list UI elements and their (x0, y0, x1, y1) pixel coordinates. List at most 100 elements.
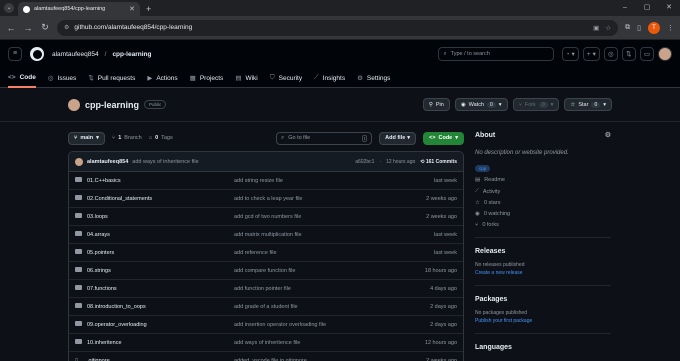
minimize-icon[interactable]: – (614, 0, 636, 16)
file-commit-message[interactable]: add function pointer file (234, 286, 430, 292)
branches-link[interactable]: ⑂ 1 Branch (112, 135, 142, 141)
new-tab-icon[interactable]: + (146, 4, 151, 14)
file-commit-message[interactable]: add ways of inheritence file (234, 340, 425, 346)
table-row[interactable]: ▯ .gitignore added .vscode file in gitigno… (69, 352, 463, 361)
forks-link[interactable]: ⑂ 0 forks (475, 222, 611, 228)
site-info-icon[interactable]: ⚙ (64, 24, 69, 31)
repo-name[interactable]: cpp-learning (85, 100, 139, 110)
tab-projects[interactable]: ▦ Projects (190, 68, 224, 88)
omnibox-actions: ▣ ☆ (593, 24, 611, 32)
pull-requests-button[interactable]: ⇅ (621, 47, 636, 61)
address-bar[interactable]: ⚙ github.com/alamtaufeeq854/cpp-learning… (57, 19, 619, 36)
watching-link[interactable]: ◉ 0 watching (475, 211, 611, 217)
stars-label: 0 stars (483, 200, 501, 206)
file-commit-message[interactable]: add compare function file (234, 268, 425, 274)
commits-link[interactable]: ⟲ 161 Commits (420, 159, 457, 165)
file-name[interactable]: 06.strings (84, 268, 234, 274)
sidebar-icon[interactable]: ▯ (637, 24, 641, 32)
reload-icon[interactable]: ↻ (40, 22, 50, 33)
tab-actions[interactable]: ▶ Actions (147, 68, 177, 88)
tab-wiki[interactable]: ▤ Wiki (235, 68, 257, 88)
file-name[interactable]: 04.arrays (84, 232, 234, 238)
file-commit-message[interactable]: add matrix multiplication file (234, 232, 434, 238)
branch-name: main (80, 135, 94, 141)
bookmark-star-icon[interactable]: ☆ (605, 24, 611, 32)
create-new-button[interactable]: + ▾ (582, 47, 600, 61)
file-name[interactable]: 03.loops (84, 214, 234, 220)
copilot-button[interactable]: ◔ ▾ (561, 47, 579, 61)
profile-avatar[interactable]: T (648, 21, 660, 34)
go-to-file-input[interactable]: ⌕ Go to file t (276, 131, 373, 145)
file-commit-message[interactable]: add to check a leap year file (234, 196, 426, 202)
table-row[interactable]: 05.pointers add reference file last week (69, 244, 463, 262)
stars-link[interactable]: ☆ 0 stars (475, 200, 611, 206)
file-name[interactable]: 05.pointers (84, 250, 234, 256)
issues-button[interactable]: ◎ (603, 47, 618, 61)
inbox-button[interactable]: ▭ (639, 47, 654, 61)
releases-title[interactable]: Releases (475, 248, 611, 255)
file-commit-message[interactable]: added .vscode file in gitignore (234, 358, 426, 361)
table-row[interactable]: 01.C++basics add string resize file last w… (69, 172, 463, 190)
activity-link[interactable]: ⟋ Activity (475, 188, 611, 195)
owner-link[interactable]: alamtaufeeq854 (52, 51, 99, 58)
user-avatar[interactable] (658, 47, 672, 61)
table-row[interactable]: 02.Conditional_statements add to check a … (69, 190, 463, 208)
commit-author[interactable]: alamtaufeeq854 (87, 159, 128, 165)
tags-link[interactable]: ⌂ 0 Tags (149, 135, 173, 141)
hamburger-menu-icon[interactable]: ≡ (8, 47, 22, 61)
tab-security[interactable]: ⛉ Security (270, 68, 302, 88)
file-commit-message[interactable]: add gcd of two numbers file (234, 214, 426, 220)
gear-icon[interactable]: ⚙ (605, 131, 611, 139)
file-name[interactable]: 07.functions (84, 286, 234, 292)
github-logo-icon[interactable] (30, 47, 44, 61)
code-button[interactable]: <> Code ▾ (423, 131, 464, 145)
tab-pull-requests[interactable]: ⇅ Pull requests (88, 68, 135, 88)
commit-sha[interactable]: a602bc1 (355, 159, 374, 165)
search-input[interactable]: ⌕ Type / to search (437, 47, 554, 61)
table-row[interactable]: 04.arrays add matrix multiplication file l… (69, 226, 463, 244)
forward-icon[interactable]: → (23, 23, 33, 33)
extensions-icon[interactable]: ⧉ (625, 24, 630, 32)
back-icon[interactable]: ← (6, 23, 16, 33)
file-commit-message[interactable]: add insertion operator overloading file (234, 322, 430, 328)
install-app-icon[interactable]: ▣ (593, 24, 599, 32)
tab-insights[interactable]: ⟋ Insights (314, 68, 345, 88)
file-name[interactable]: 08.introduction_to_oops (84, 304, 234, 310)
add-file-button[interactable]: Add file ▾ (379, 131, 417, 145)
create-release-link[interactable]: Create a new release (475, 270, 611, 276)
tab-search-icon[interactable]: ⌄ (4, 3, 14, 13)
commit-message[interactable]: add ways of inheritence file (132, 159, 198, 165)
table-row[interactable]: 09.operator_overloading add insertion ope… (69, 316, 463, 334)
file-commit-message[interactable]: add string resize file (234, 178, 434, 184)
repo-link[interactable]: cpp-learning (112, 51, 151, 58)
file-name[interactable]: 09.operator_overloading (84, 322, 234, 328)
browser-tab[interactable]: alamtaufeeq854/cpp-learning ✕ (18, 2, 140, 16)
file-name[interactable]: 02.Conditional_statements (84, 196, 234, 202)
close-window-icon[interactable]: ✕ (658, 0, 680, 16)
publish-package-link[interactable]: Publish your first package (475, 318, 611, 324)
readme-link[interactable]: ▤ Readme (475, 177, 611, 183)
file-name[interactable]: 10.inheritence (84, 340, 234, 346)
pin-button[interactable]: ⚲ Pin (422, 98, 450, 111)
star-button[interactable]: ☆ Star 0 ▾ (564, 98, 612, 111)
file-commit-message[interactable]: add reference file (234, 250, 434, 256)
tab-settings[interactable]: ⚙ Settings (357, 68, 390, 88)
fork-button[interactable]: ⑂ Fork 0 ▾ (512, 98, 560, 111)
table-row[interactable]: 03.loops add gcd of two numbers file 2 wee… (69, 208, 463, 226)
file-commit-message[interactable]: add grade of a student file (234, 304, 430, 310)
branch-select[interactable]: ⑂ main ▾ (68, 131, 105, 145)
file-name[interactable]: .gitignore (84, 358, 234, 361)
watch-button[interactable]: ◉ Watch 0 ▾ (454, 98, 508, 111)
browser-menu-icon[interactable]: ⋮ (667, 24, 674, 32)
packages-title[interactable]: Packages (475, 296, 611, 303)
table-row[interactable]: 08.introduction_to_oops add grade of a st… (69, 298, 463, 316)
maximize-icon[interactable]: ▢ (636, 0, 658, 16)
table-row[interactable]: 07.functions add function pointer file 4 d… (69, 280, 463, 298)
file-name[interactable]: 01.C++basics (84, 178, 234, 184)
table-row[interactable]: 10.inheritence add ways of inheritence fi… (69, 334, 463, 352)
close-tab-icon[interactable]: ✕ (129, 5, 135, 13)
tab-issues[interactable]: ◎ Issues (48, 68, 76, 88)
tab-code[interactable]: <> Code (8, 68, 36, 88)
table-row[interactable]: 06.strings add compare function file 18 ho… (69, 262, 463, 280)
topic-tag[interactable]: cpp (475, 165, 491, 172)
